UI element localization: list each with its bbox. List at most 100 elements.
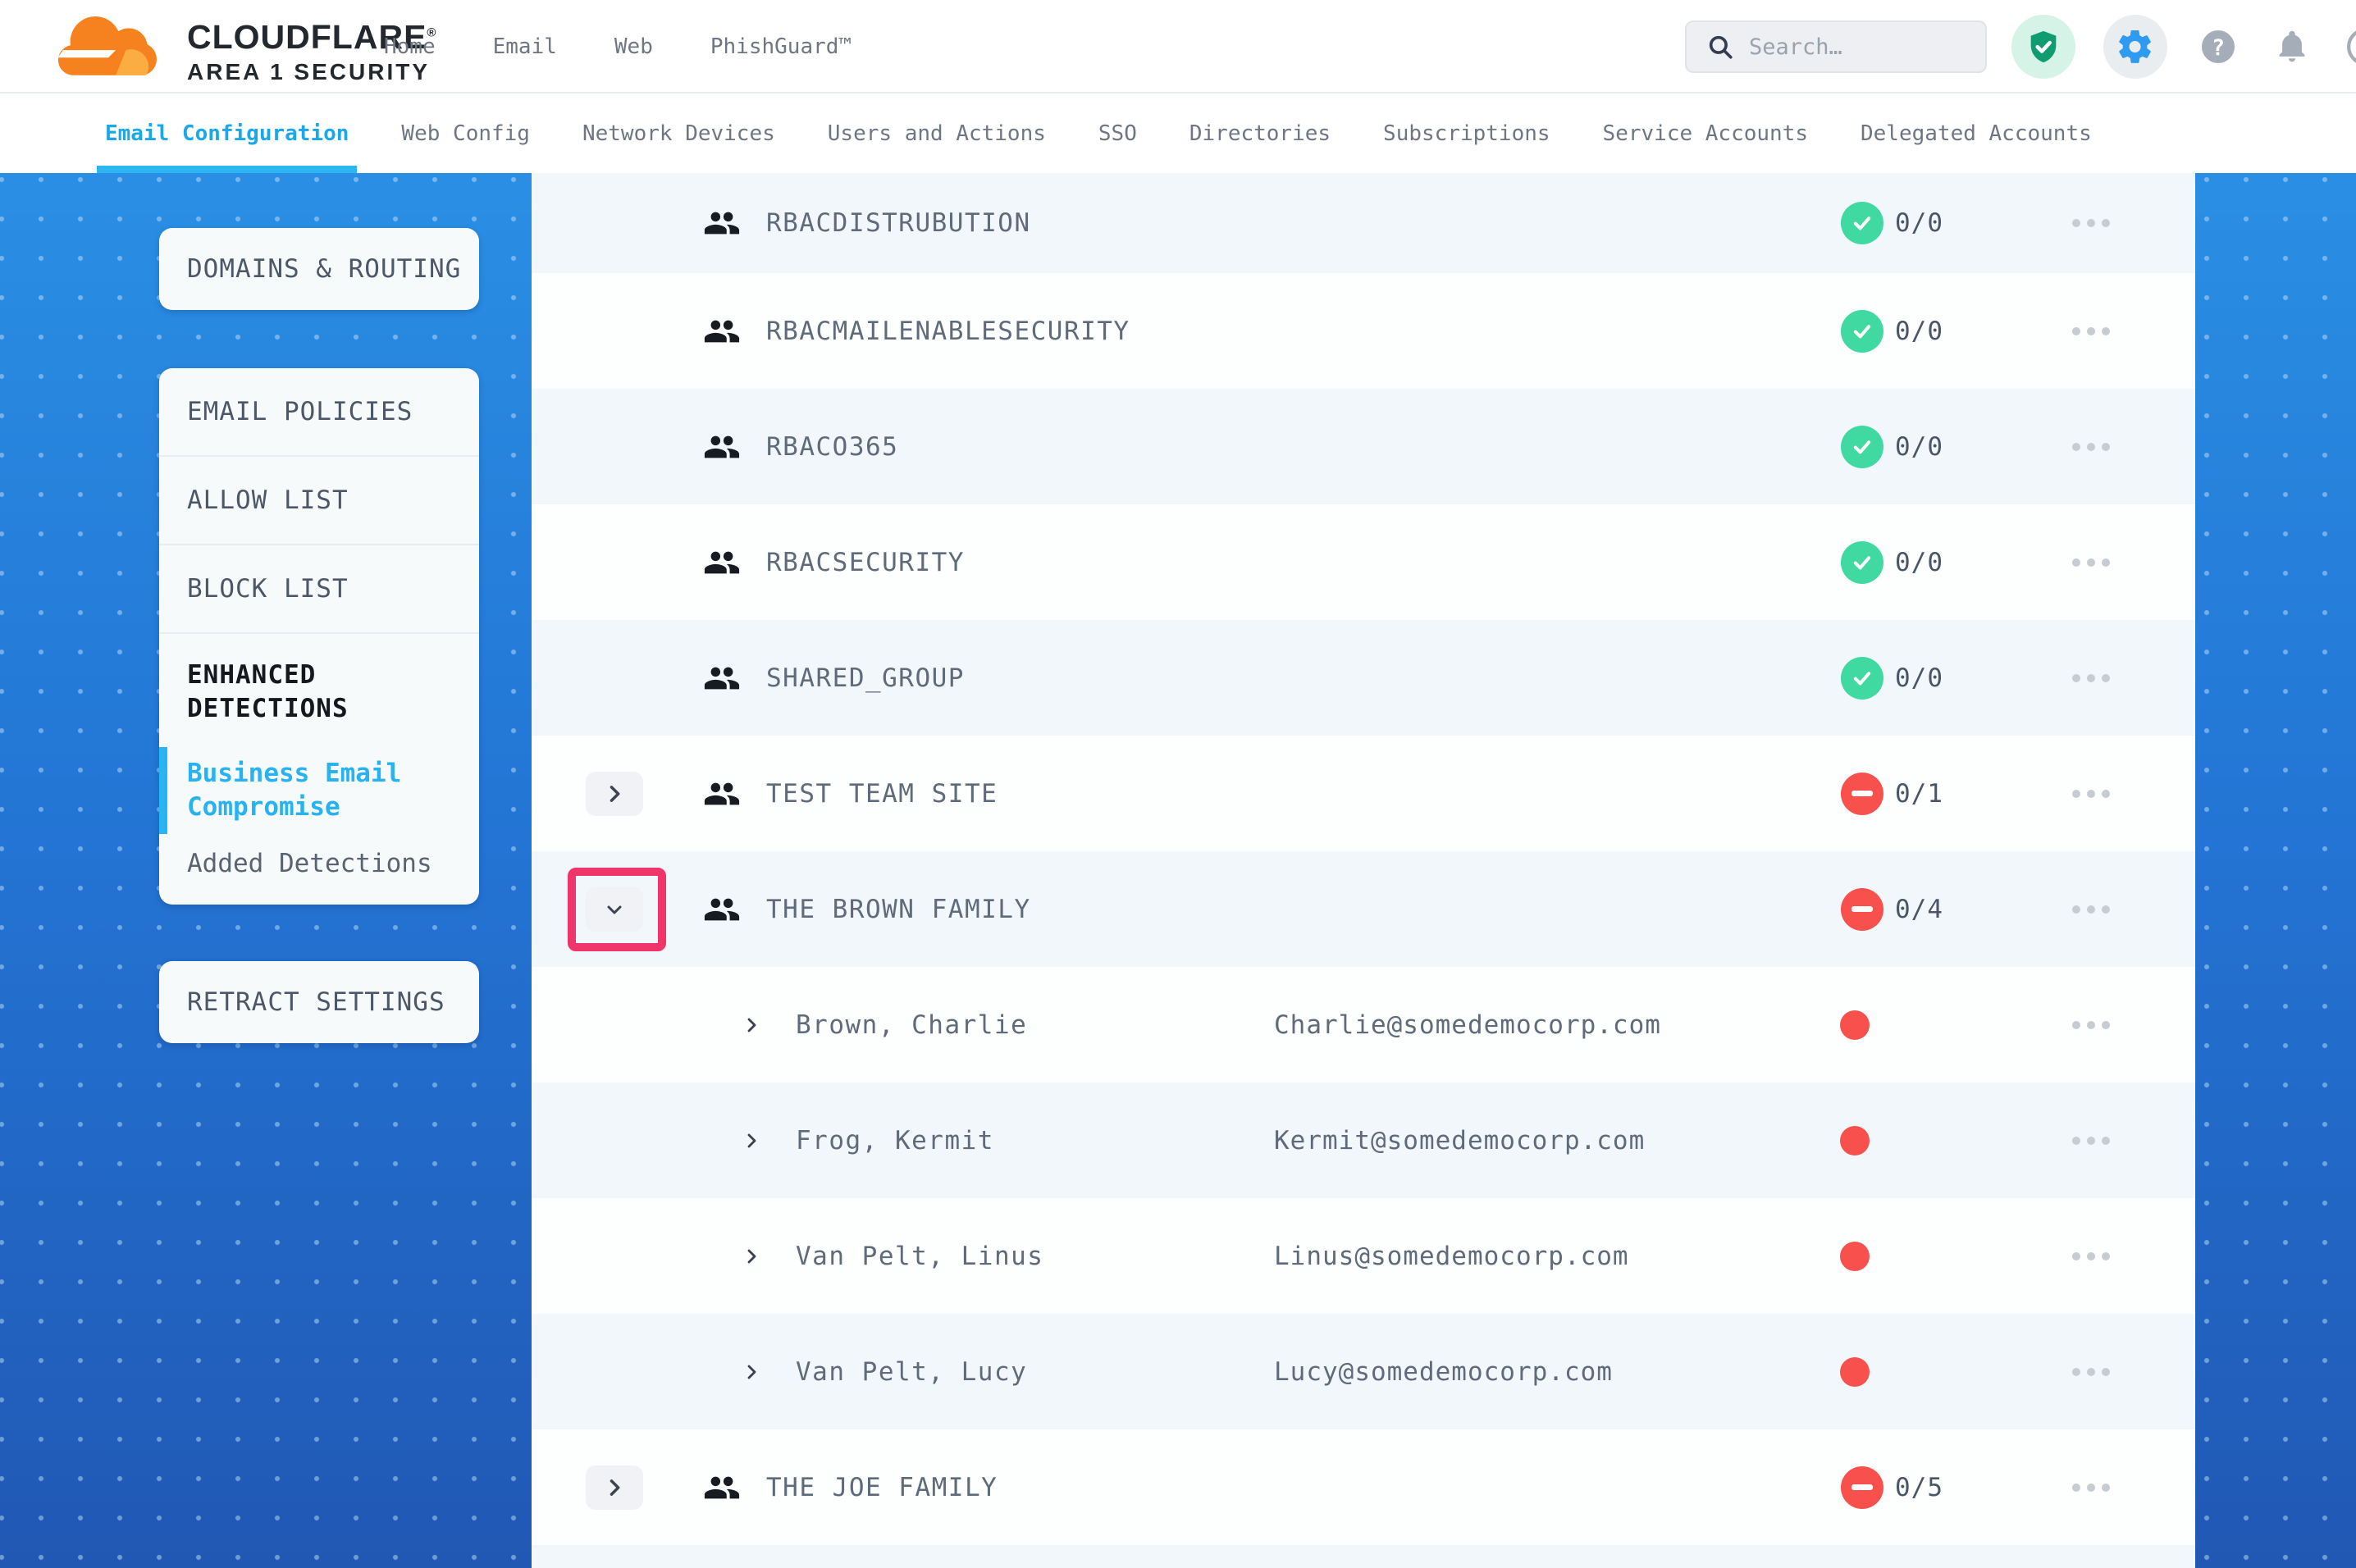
tab-service-accounts[interactable]: Service Accounts xyxy=(1603,93,1808,173)
tab-sso[interactable]: SSO xyxy=(1098,93,1137,173)
header-icons: ? xyxy=(2011,0,2356,93)
status-count: 0/0 xyxy=(1895,504,1943,620)
row-name: THE JOE FAMILY xyxy=(766,1429,998,1545)
settings-gear-icon[interactable] xyxy=(2103,15,2167,79)
row-menu-button[interactable] xyxy=(2072,620,2110,736)
group-icon xyxy=(702,504,742,620)
row-menu-button[interactable] xyxy=(2072,1083,2110,1198)
group-icon xyxy=(702,620,742,736)
row-email: Linus@somedemocorp.com xyxy=(1274,1198,1629,1314)
account-icon[interactable] xyxy=(2343,24,2356,70)
tab-subscriptions[interactable]: Subscriptions xyxy=(1383,93,1550,173)
sidebar-item-email-policies[interactable]: EMAIL POLICIES xyxy=(159,368,479,457)
member-row[interactable]: Van Pelt, Lucy Lucy@somedemocorp.com xyxy=(532,1314,2195,1429)
status-dot xyxy=(1840,1198,1870,1314)
sidebar-item-domains-routing[interactable]: DOMAINS & ROUTING xyxy=(159,228,479,310)
chevron-right-icon[interactable] xyxy=(742,967,761,1083)
row-name: RBACMAILENABLESECURITY xyxy=(766,273,1130,389)
member-row[interactable]: Van Pelt, Linus Linus@somedemocorp.com xyxy=(532,1198,2195,1314)
status-count: 0/1 xyxy=(1895,736,1943,851)
sidebar-item-retract-settings[interactable]: RETRACT SETTINGS xyxy=(159,961,479,1043)
row-menu-button[interactable] xyxy=(2072,389,2110,504)
row-name: Van Pelt, Lucy xyxy=(796,1314,1027,1429)
sidebar-item-allow-list[interactable]: ALLOW LIST xyxy=(159,457,479,545)
tab-network-devices[interactable]: Network Devices xyxy=(582,93,775,173)
status-count: 0/0 xyxy=(1895,273,1943,389)
chevron-right-icon[interactable] xyxy=(742,1083,761,1198)
config-tabbar: Email Configuration Web Config Network D… xyxy=(0,93,2356,173)
row-name: Van Pelt, Linus xyxy=(796,1198,1043,1314)
row-name: RBACO365 xyxy=(766,389,898,504)
tab-email-configuration[interactable]: Email Configuration xyxy=(105,93,349,173)
sidebar-item-added-detections[interactable]: Added Detections xyxy=(187,847,456,881)
group-row[interactable]: THE BROWN FAMILY 0/4 xyxy=(532,851,2195,967)
group-row[interactable]: RBACSECURITY 0/0 xyxy=(532,504,2195,620)
app-header: CLOUDFLARE® AREA 1 SECURITY Home Email W… xyxy=(0,0,2356,93)
status-badge xyxy=(1841,504,1883,620)
nav-web[interactable]: Web xyxy=(614,34,653,59)
svg-text:?: ? xyxy=(2212,35,2225,61)
help-icon[interactable]: ? xyxy=(2195,24,2241,70)
cloudflare-logo-icon xyxy=(43,10,174,85)
row-menu-button[interactable] xyxy=(2072,504,2110,620)
row-name: TEST TEAM SITE xyxy=(766,736,998,851)
status-badge xyxy=(1841,173,1883,273)
row-menu-button[interactable] xyxy=(2072,1198,2110,1314)
status-dot xyxy=(1840,967,1870,1083)
search-icon xyxy=(1706,33,1734,61)
group-row[interactable]: SHARED_GROUP 0/0 xyxy=(532,620,2195,736)
status-badge xyxy=(1841,389,1883,504)
search-box[interactable] xyxy=(1685,21,1987,73)
sidebar-item-block-list[interactable]: BLOCK LIST xyxy=(159,545,479,634)
row-menu-button[interactable] xyxy=(2072,736,2110,851)
row-name: Brown, Charlie xyxy=(796,967,1027,1083)
group-row[interactable]: RBACDISTRUBUTION 0/0 xyxy=(532,173,2195,273)
group-icon xyxy=(702,1429,742,1545)
row-email: Charlie@somedemocorp.com xyxy=(1274,967,1661,1083)
tab-directories[interactable]: Directories xyxy=(1189,93,1331,173)
row-menu-button[interactable] xyxy=(2072,273,2110,389)
tab-delegated-accounts[interactable]: Delegated Accounts xyxy=(1861,93,2092,173)
search-input[interactable] xyxy=(1749,34,1946,60)
row-email: Kermit@somedemocorp.com xyxy=(1274,1083,1645,1198)
expand-button[interactable] xyxy=(586,1465,643,1510)
row-email: Lucy@somedemocorp.com xyxy=(1274,1314,1613,1429)
row-menu-button[interactable] xyxy=(2072,967,2110,1083)
expand-button[interactable] xyxy=(586,772,643,816)
member-row[interactable]: Brown, Charlie Charlie@somedemocorp.com xyxy=(532,967,2195,1083)
group-row[interactable]: TEST TEAM SITE 0/1 xyxy=(532,736,2195,851)
notifications-bell-icon[interactable] xyxy=(2269,24,2315,70)
row-menu-button[interactable] xyxy=(2072,173,2110,273)
status-badge xyxy=(1841,1429,1883,1545)
sidebar-item-business-email-compromise[interactable]: Business Email Compromise xyxy=(187,757,456,824)
group-icon xyxy=(702,736,742,851)
row-menu-button[interactable] xyxy=(2072,1314,2110,1429)
row-menu-button[interactable] xyxy=(2072,1429,2110,1545)
row-name: SHARED_GROUP xyxy=(766,620,965,736)
group-row[interactable]: RBACO365 0/0 xyxy=(532,389,2195,504)
group-row[interactable]: RBACMAILENABLESECURITY 0/0 xyxy=(532,273,2195,389)
block-list-label: BLOCK LIST xyxy=(187,574,349,604)
status-badge xyxy=(1841,273,1883,389)
group-row[interactable]: THE JOE FAMILY 0/5 xyxy=(532,1429,2195,1545)
status-dot xyxy=(1840,1314,1870,1429)
collapse-button[interactable] xyxy=(586,887,643,932)
chevron-right-icon[interactable] xyxy=(742,1198,761,1314)
tab-users-and-actions[interactable]: Users and Actions xyxy=(828,93,1046,173)
status-badge xyxy=(1841,851,1883,967)
row-name: RBACSECURITY xyxy=(766,504,965,620)
status-count: 0/0 xyxy=(1895,620,1943,736)
shield-check-icon[interactable] xyxy=(2011,15,2075,79)
nav-email[interactable]: Email xyxy=(493,34,557,59)
tab-web-config[interactable]: Web Config xyxy=(401,93,530,173)
group-icon xyxy=(702,389,742,504)
nav-home[interactable]: Home xyxy=(384,34,436,59)
nav-phishguard[interactable]: PhishGuard™ xyxy=(710,34,852,59)
row-name: THE BROWN FAMILY xyxy=(766,851,1031,967)
row-menu-button[interactable] xyxy=(2072,851,2110,967)
group-table: RBACDISTRUBUTION 0/0 RBACMAILENABLESECUR… xyxy=(532,173,2195,1568)
member-row[interactable]: Frog, Kermit Kermit@somedemocorp.com xyxy=(532,1083,2195,1198)
status-count: 0/5 xyxy=(1895,1429,1943,1545)
table-row-partial xyxy=(532,1545,2195,1568)
chevron-right-icon[interactable] xyxy=(742,1314,761,1429)
